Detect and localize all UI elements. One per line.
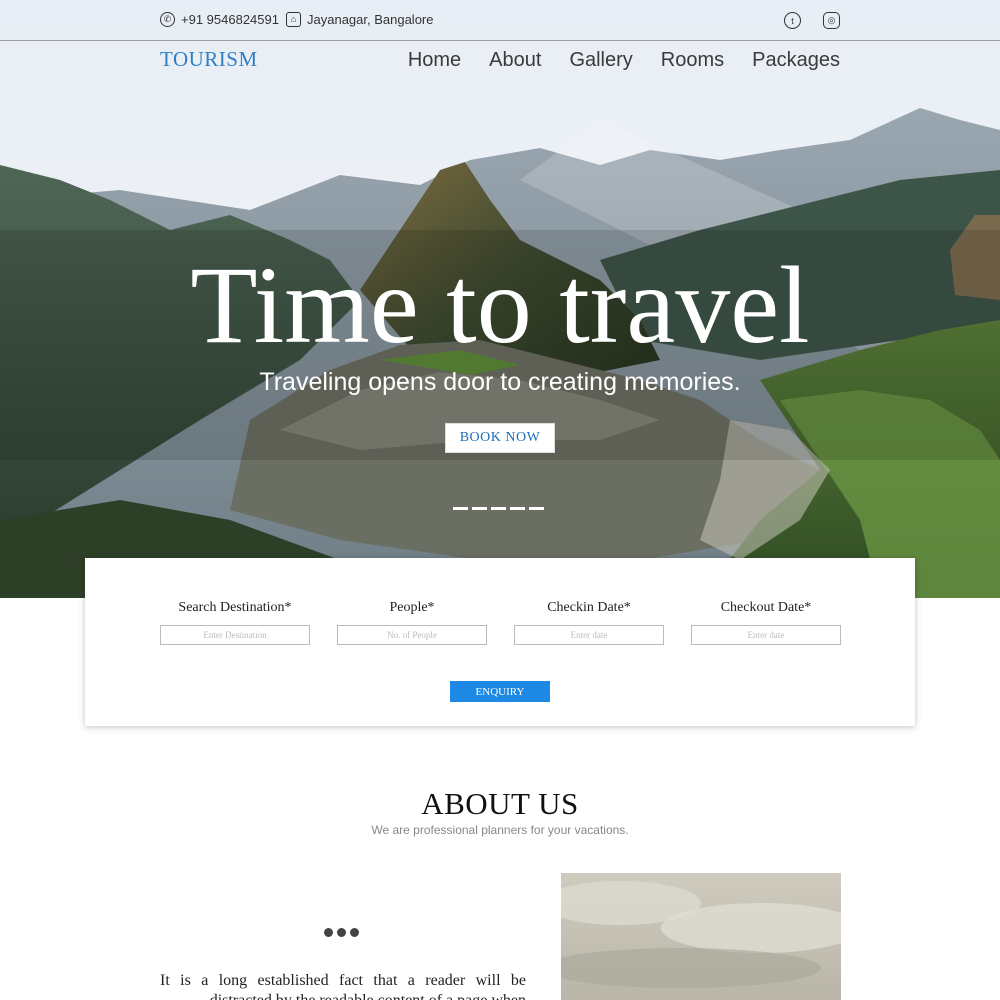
checkout-label: Checkout Date* [720, 600, 812, 615]
about-subtitle: We are professional planners for your va… [371, 823, 629, 837]
top-bar: ✆ +91 9546824591 ⌂ Jayanagar, Bangalore … [0, 0, 1000, 41]
site-logo[interactable]: TOURISM [160, 47, 258, 72]
slide-indicator[interactable] [491, 507, 506, 510]
nav-rooms[interactable]: Rooms [661, 49, 724, 72]
location-icon: ⌂ [286, 12, 301, 27]
slide-indicator[interactable] [529, 507, 544, 510]
instagram-icon[interactable]: ◎ [823, 12, 840, 29]
phone-contact[interactable]: ✆ +91 9546824591 [160, 12, 279, 27]
hero-section: ✆ +91 9546824591 ⌂ Jayanagar, Bangalore … [0, 0, 1000, 598]
slide-indicator[interactable] [453, 507, 468, 510]
slide-indicator[interactable] [510, 507, 525, 510]
enquiry-button[interactable]: ENQUIRY [450, 681, 550, 702]
location-contact: ⌂ Jayanagar, Bangalore [286, 12, 433, 27]
ellipsis-icon [324, 928, 359, 937]
nav-home[interactable]: Home [408, 49, 461, 72]
phone-icon: ✆ [160, 12, 175, 27]
location-text: Jayanagar, Bangalore [307, 12, 434, 27]
search-card: Search Destination* Enter Destination Pe… [85, 558, 915, 726]
nav-gallery[interactable]: Gallery [569, 49, 632, 72]
main-nav: Home About Gallery Rooms Packages [408, 49, 840, 72]
slide-indicator[interactable] [472, 507, 487, 510]
destination-label: Search Destination* [178, 600, 292, 615]
people-field: People* No. of People [337, 600, 487, 645]
about-image [561, 873, 841, 1000]
twitter-icon[interactable]: t [784, 12, 801, 29]
checkout-input[interactable]: Enter date [691, 625, 841, 645]
checkin-label: Checkin Date* [547, 600, 631, 615]
hero-title: Time to travel [190, 244, 810, 366]
checkout-field: Checkout Date* Enter date [691, 600, 841, 645]
slider-indicators [453, 507, 544, 510]
hero-subtitle: Traveling opens door to creating memorie… [259, 368, 741, 396]
checkin-input[interactable]: Enter date [514, 625, 664, 645]
nav-about[interactable]: About [489, 49, 541, 72]
destination-input[interactable]: Enter Destination [160, 625, 310, 645]
people-label: People* [389, 600, 435, 615]
destination-field: Search Destination* Enter Destination [160, 600, 310, 645]
about-paragraph: It is a long established fact that a rea… [160, 972, 526, 1000]
about-title: ABOUT US [421, 786, 579, 821]
checkin-field: Checkin Date* Enter date [514, 600, 664, 645]
book-now-button[interactable]: BOOK NOW [445, 423, 555, 453]
people-input[interactable]: No. of People [337, 625, 487, 645]
nav-packages[interactable]: Packages [752, 49, 840, 72]
phone-number: +91 9546824591 [181, 12, 279, 27]
